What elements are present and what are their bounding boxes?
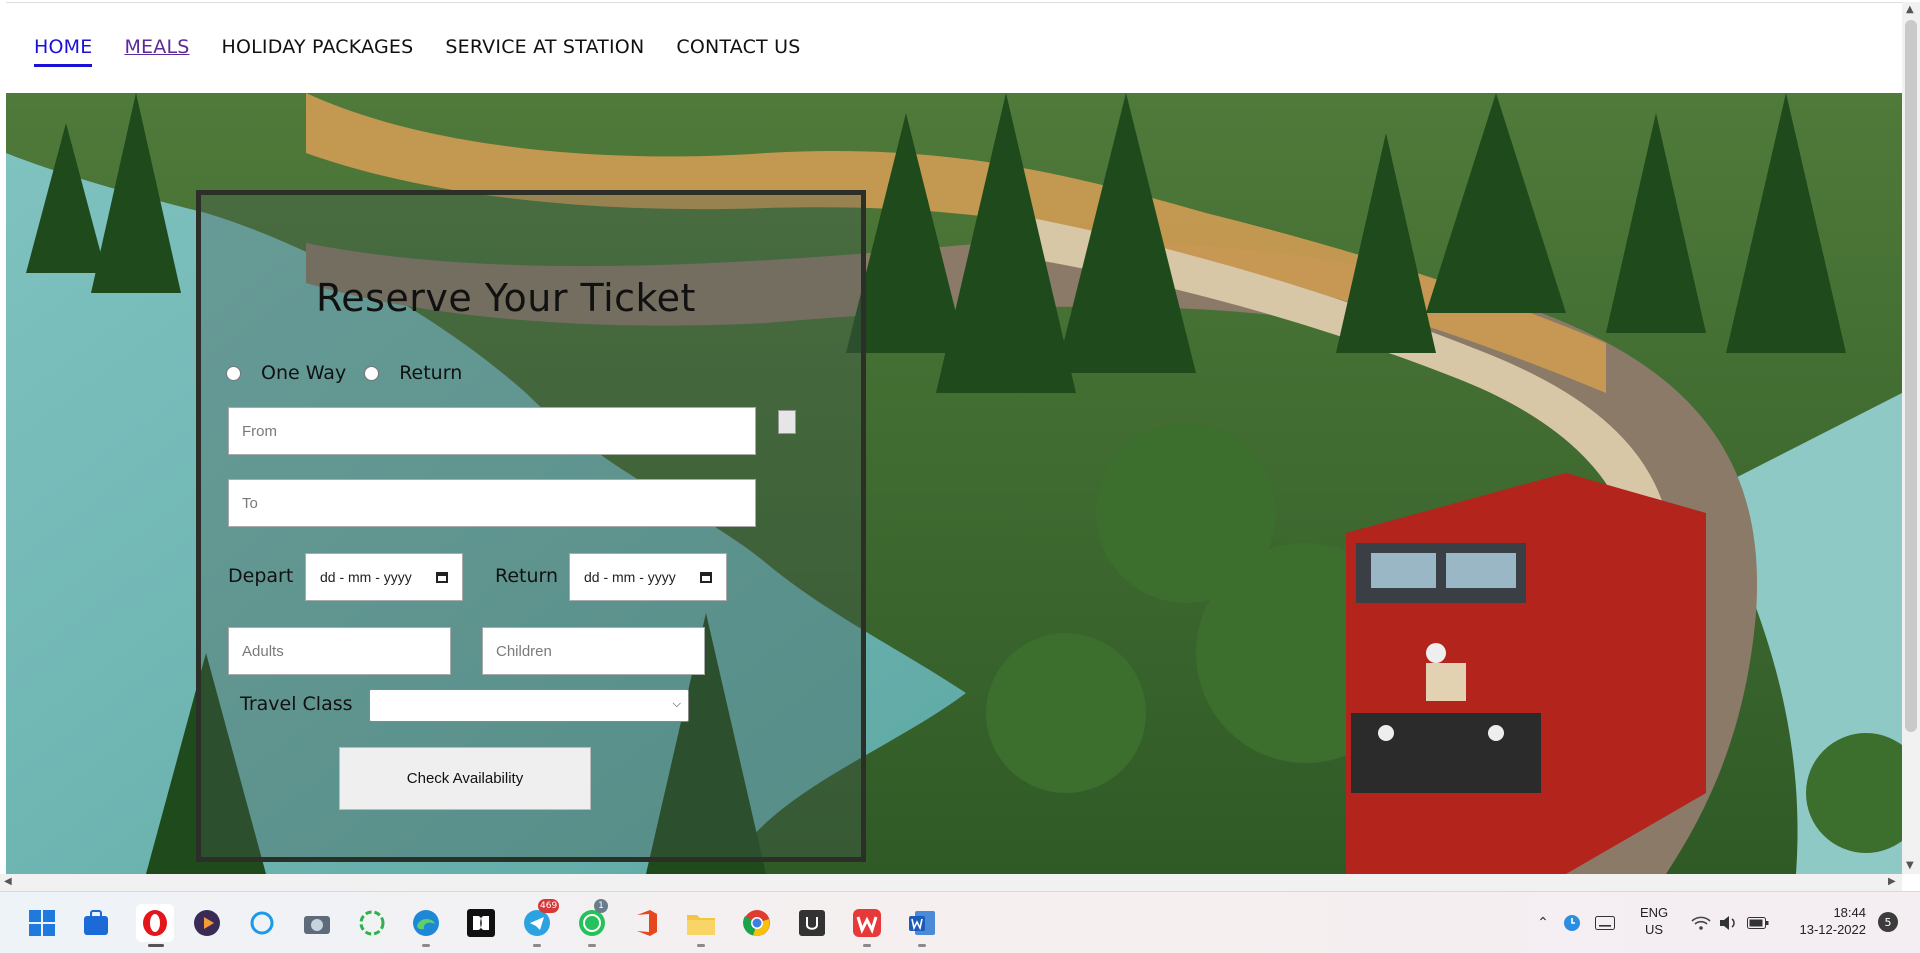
- vertical-scroll-thumb[interactable]: [1905, 20, 1917, 732]
- language-code: ENG: [1640, 905, 1669, 920]
- clock-date: 13-12-2022: [1799, 922, 1867, 937]
- return-label: Return: [495, 565, 559, 587]
- one-way-label: One Way: [261, 362, 347, 384]
- from-input[interactable]: From: [228, 407, 756, 455]
- nav-home[interactable]: HOME: [34, 36, 93, 67]
- check-availability-button[interactable]: Check Availability: [339, 747, 591, 810]
- wifi-icon[interactable]: [1686, 908, 1716, 938]
- vertical-scrollbar[interactable]: ▲ ▼: [1902, 2, 1920, 874]
- cortana-icon[interactable]: [247, 908, 277, 938]
- calendar-icon: [436, 571, 448, 583]
- top-navigation-bar: HOME MEALS HOLIDAY PACKAGES SERVICE AT S…: [6, 2, 1902, 93]
- scroll-right-icon[interactable]: ▶: [1888, 876, 1896, 887]
- media-player-icon[interactable]: [192, 908, 222, 938]
- nav-service-at-station[interactable]: SERVICE AT STATION: [445, 36, 644, 67]
- form-title: Reserve Your Ticket: [316, 276, 696, 320]
- system-clock[interactable]: 18:44 13-12-2022: [1786, 904, 1867, 938]
- scroll-down-icon[interactable]: ▼: [1906, 860, 1914, 871]
- main-nav: HOME MEALS HOLIDAY PACKAGES SERVICE AT S…: [34, 36, 800, 67]
- microsoft-store-icon[interactable]: [81, 908, 111, 938]
- travel-class-label: Travel Class: [240, 693, 353, 715]
- edge-icon[interactable]: [411, 908, 441, 938]
- to-input[interactable]: To: [228, 479, 756, 527]
- region-code: US: [1645, 922, 1664, 937]
- keyboard-icon[interactable]: [1590, 908, 1620, 938]
- file-explorer-icon[interactable]: [686, 908, 716, 938]
- return-date-input[interactable]: dd - mm - yyyy: [569, 553, 727, 601]
- app-running-indicator: [588, 944, 596, 947]
- opera-icon[interactable]: [136, 904, 174, 942]
- language-indicator[interactable]: ENG US: [1640, 904, 1668, 938]
- chrome-icon[interactable]: [742, 908, 772, 938]
- chevron-down-icon: ⌵: [672, 697, 681, 710]
- depart-label: Depart: [228, 565, 294, 587]
- camera-icon[interactable]: [302, 908, 332, 938]
- app-running-indicator: [533, 944, 541, 947]
- browser-viewport: HOME MEALS HOLIDAY PACKAGES SERVICE AT S…: [0, 0, 1920, 953]
- office-icon[interactable]: [632, 908, 662, 938]
- scroll-left-icon[interactable]: ◀: [4, 876, 12, 887]
- dolby-icon[interactable]: [466, 908, 496, 938]
- wps-office-icon[interactable]: [852, 908, 882, 938]
- nav-contact-us[interactable]: CONTACT US: [676, 36, 800, 67]
- app-running-indicator: [863, 944, 871, 947]
- travel-class-select[interactable]: ⌵: [369, 689, 689, 722]
- depart-date-placeholder: dd - mm - yyyy: [320, 569, 412, 585]
- nav-holiday-packages[interactable]: HOLIDAY PACKAGES: [222, 36, 414, 67]
- horizontal-scrollbar[interactable]: ◀ ▶: [0, 874, 1902, 891]
- trip-type-options: One Way Return: [226, 362, 462, 384]
- windows-start-icon[interactable]: [27, 908, 57, 938]
- locomotive: [1346, 473, 1706, 874]
- return-date-placeholder: dd - mm - yyyy: [584, 569, 676, 585]
- app-running-indicator: [918, 944, 926, 947]
- telegram-unread-badge: 469: [538, 899, 560, 913]
- depart-date-input[interactable]: dd - mm - yyyy: [305, 553, 463, 601]
- adults-input[interactable]: Adults: [228, 627, 451, 675]
- whatsapp-unread-badge: 1: [594, 899, 608, 913]
- one-way-radio[interactable]: [226, 365, 241, 381]
- app-running-indicator: [422, 944, 430, 947]
- battery-icon[interactable]: [1743, 908, 1773, 938]
- clock-tray-icon[interactable]: [1557, 908, 1587, 938]
- swap-stations-button[interactable]: [778, 410, 796, 434]
- notification-count-badge[interactable]: 5: [1878, 912, 1898, 932]
- nav-meals[interactable]: MEALS: [124, 36, 189, 67]
- scroll-up-icon[interactable]: ▲: [1906, 4, 1914, 15]
- return-trip-radio[interactable]: [364, 365, 380, 381]
- return-trip-label: Return: [399, 362, 463, 384]
- calendar-icon: [700, 571, 712, 583]
- children-input[interactable]: Children: [482, 627, 705, 675]
- show-hidden-icons-chevron-up-icon[interactable]: ⌃: [1528, 908, 1558, 938]
- unity-icon[interactable]: [797, 908, 827, 938]
- word-icon[interactable]: [907, 908, 937, 938]
- clock-time: 18:44: [1833, 905, 1866, 920]
- active-app-indicator: [148, 944, 164, 947]
- app-running-indicator: [697, 944, 705, 947]
- windows-taskbar: 469 1 ⌃ ENG US 18:44 13-12-2022 5: [0, 891, 1920, 953]
- volume-icon[interactable]: [1714, 908, 1744, 938]
- loader-app-icon[interactable]: [357, 908, 387, 938]
